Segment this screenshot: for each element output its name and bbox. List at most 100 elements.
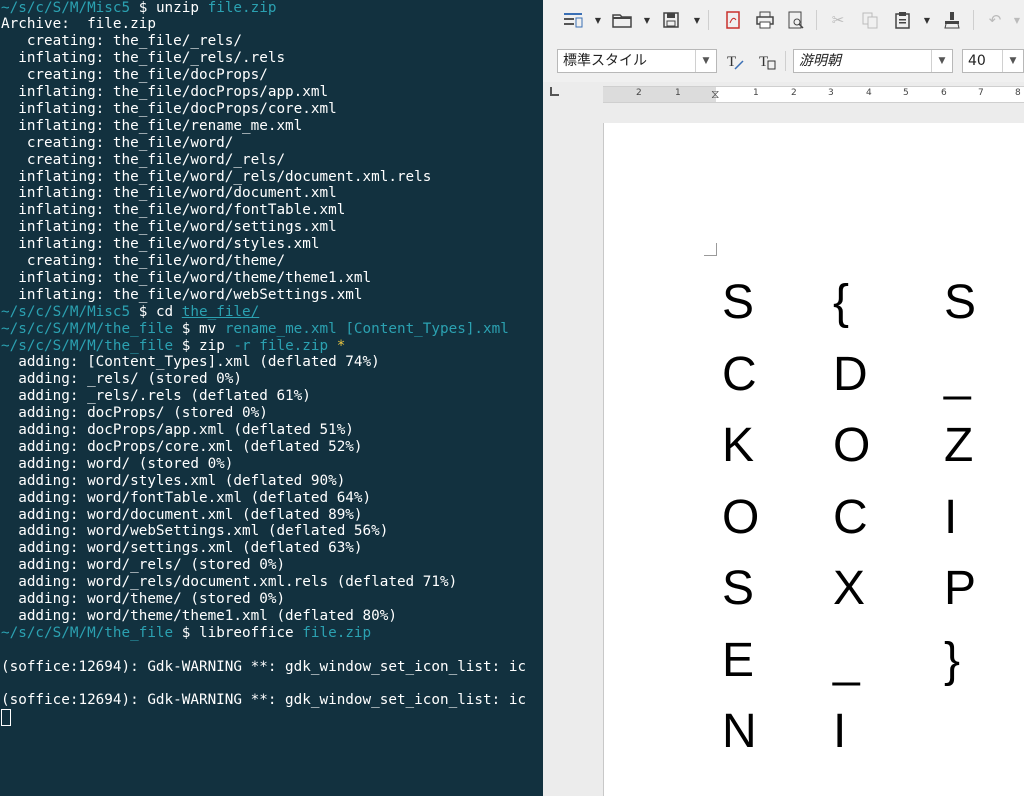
terminal-text: creating: the_file/docProps/ <box>1 67 268 84</box>
document-letter: _ <box>944 347 971 401</box>
terminal-text: inflating: the_file/word/theme/theme1.xm… <box>1 269 372 286</box>
terminal-line: adding: [Content_Types].xml (deflated 74… <box>1 354 380 371</box>
chevron-down-icon[interactable]: ▼ <box>1002 50 1023 72</box>
terminal-window[interactable]: ~/s/c/S/M/Misc5 $ unzip file.zip Archive:… <box>0 0 543 796</box>
ruler-number: 4 <box>866 88 872 98</box>
paragraph-style-select[interactable]: 標準スタイル ▼ <box>557 49 717 73</box>
terminal-line: Archive: file.zip <box>1 16 156 33</box>
terminal-text: adding: word/_rels/document.xml.rels (de… <box>1 574 458 591</box>
terminal-text: adding: [Content_Types].xml (deflated 74… <box>1 354 380 371</box>
terminal-prompt: ~/s/c/S/M/M/the_file <box>1 337 174 354</box>
export-pdf-icon[interactable] <box>721 9 745 31</box>
terminal-text: adding: word/_rels/ (stored 0%) <box>1 557 286 574</box>
paragraph-style-value: 標準スタイル <box>563 53 647 69</box>
document-letter: Z <box>944 419 974 472</box>
terminal-line: inflating: the_file/word/theme/theme1.xm… <box>1 270 371 287</box>
terminal-text: inflating: the_file/word/webSettings.xml <box>1 286 363 303</box>
terminal-text: file.zip <box>207 0 277 16</box>
terminal-line: adding: word/fontTable.xml (deflated 64%… <box>1 490 371 507</box>
terminal-line: adding: word/settings.xml (deflated 63%) <box>1 540 362 557</box>
terminal-line: adding: word/document.xml (deflated 89%) <box>1 506 363 524</box>
font-size-select[interactable]: 40 ▼ <box>962 49 1024 73</box>
document-letter: O <box>833 419 871 472</box>
terminal-line: adding: docProps/app.xml (deflated 51%) <box>1 422 354 439</box>
ruler-number: 2 <box>791 88 797 98</box>
terminal-line: adding: _rels/ (stored 0%) <box>1 371 242 388</box>
terminal-line: inflating: the_file/word/fontTable.xml <box>1 202 345 219</box>
terminal-line: inflating: the_file/word/document.xml <box>1 185 337 202</box>
document-letter: I <box>833 705 847 758</box>
chevron-down-icon[interactable]: ▼ <box>594 13 602 27</box>
chevron-down-icon[interactable]: ▼ <box>695 50 716 72</box>
terminal-text: * <box>336 337 346 354</box>
paste-icon[interactable] <box>891 9 915 31</box>
terminal-text: adding: word/document.xml (deflated 89%) <box>1 506 363 523</box>
clear-formatting-icon[interactable]: T <box>723 50 747 72</box>
terminal-line: creating: the_file/word/theme/ <box>1 253 285 270</box>
ruler-number: 6 <box>941 88 947 98</box>
clone-formatting-icon[interactable] <box>940 9 964 31</box>
ruler-number: 5 <box>903 88 909 98</box>
formatting-toolbar: 標準スタイル ▼ T T 游明朝 ▼ 40 ▼ <box>543 40 1024 82</box>
chevron-down-icon[interactable]: ▼ <box>931 50 952 72</box>
chevron-down-icon[interactable]: ▼ <box>1013 13 1021 27</box>
save-icon[interactable] <box>659 9 683 31</box>
chevron-down-icon[interactable]: ▼ <box>923 13 931 27</box>
cut-icon[interactable]: ✂ <box>826 9 850 31</box>
ruler-row: 2 1 ⧖ 1 2 3 4 5 6 7 8 <box>543 82 1024 104</box>
terminal-text: adding: word/webSettings.xml (deflated 5… <box>1 523 389 540</box>
ruler-number: 8 <box>1015 88 1021 98</box>
terminal-text: adding: word/theme/theme1.xml (deflated … <box>1 607 397 624</box>
toolbar-separator <box>785 51 786 71</box>
font-name-select[interactable]: 游明朝 ▼ <box>793 49 953 73</box>
print-preview-icon[interactable] <box>784 9 808 31</box>
chevron-down-icon[interactable]: ▼ <box>643 13 651 27</box>
document-letter: I <box>944 490 958 544</box>
terminal-text: inflating: the_file/docProps/app.xml <box>1 84 329 100</box>
terminal-text: inflating: the_file/docProps/core.xml <box>1 100 337 117</box>
document-page[interactable]: S C K O S E N{D O C X _ I S _ Z I P} <box>603 123 1024 796</box>
terminal-line: inflating: the_file/_rels/.rels <box>1 50 285 67</box>
terminal-text: adding: docProps/app.xml (deflated 51%) <box>1 422 354 438</box>
sidebar-toggle-icon[interactable] <box>561 9 585 31</box>
terminal-prompt: ~/s/c/S/M/M/the_file <box>1 624 174 641</box>
terminal-text: the_file/ <box>181 303 260 320</box>
ruler-number: 2 <box>636 88 642 98</box>
terminal-line: creating: the_file/word/_rels/ <box>1 152 285 169</box>
terminal-text: file.zip <box>302 624 372 641</box>
document-letter: C <box>833 490 868 544</box>
document-letter: N <box>722 705 757 758</box>
terminal-text: adding: docProps/ (stored 0%) <box>1 405 268 422</box>
document-letter: E <box>722 633 755 687</box>
svg-text:T: T <box>759 54 768 70</box>
document-letter: O <box>722 490 760 544</box>
terminal-line: adding: word/_rels/document.xml.rels (de… <box>1 574 457 591</box>
terminal-text: adding: _rels/.rels (deflated 61%) <box>1 388 311 405</box>
terminal-text: adding: _rels/ (stored 0%) <box>1 371 243 388</box>
document-letter: C <box>722 347 757 401</box>
horizontal-ruler[interactable]: 2 1 ⧖ 1 2 3 4 5 6 7 8 <box>603 86 1024 103</box>
copy-icon[interactable] <box>858 9 882 31</box>
terminal-line: adding: word/theme/theme1.xml (deflated … <box>1 608 397 625</box>
terminal-text: inflating: the_file/word/fontTable.xml <box>1 202 346 219</box>
terminal-text: adding: word/styles.xml (deflated 90%) <box>1 472 346 489</box>
libreoffice-writer-window: ▼ ▼ ▼ ✂ ▼ ↶ ▼ 標準スタイル ▼ T T 游明朝 ▼ 40 ▼ 2 … <box>543 0 1024 796</box>
tab-stop-icon[interactable] <box>550 87 559 96</box>
terminal-line: adding: docProps/ (stored 0%) <box>1 405 268 422</box>
indent-marker-icon[interactable]: ⧖ <box>711 87 719 102</box>
terminal-text: creating: the_file/word/_rels/ <box>1 151 286 168</box>
chevron-down-icon[interactable]: ▼ <box>693 13 701 27</box>
terminal-line: creating: the_file/word/ <box>1 135 234 152</box>
terminal-line: inflating: the_file/word/settings.xml <box>1 219 337 236</box>
document-letter: { <box>833 276 850 329</box>
terminal-text: (soffice:12694): Gdk-WARNING **: gdk_win… <box>1 692 527 709</box>
terminal-prompt: ~/s/c/S/M/Misc5 <box>1 303 131 320</box>
terminal-line: ~/s/c/S/M/Misc5 $ unzip file.zip <box>1 0 276 17</box>
print-icon[interactable] <box>753 9 777 31</box>
update-style-icon[interactable]: T <box>755 50 779 72</box>
undo-icon[interactable]: ↶ <box>983 9 1007 31</box>
terminal-line: adding: word/theme/ (stored 0%) <box>1 591 285 608</box>
open-folder-icon[interactable] <box>610 9 634 31</box>
terminal-line: creating: the_file/docProps/ <box>1 67 268 84</box>
terminal-line: (soffice:12694): Gdk-WARNING **: gdk_win… <box>1 659 526 676</box>
